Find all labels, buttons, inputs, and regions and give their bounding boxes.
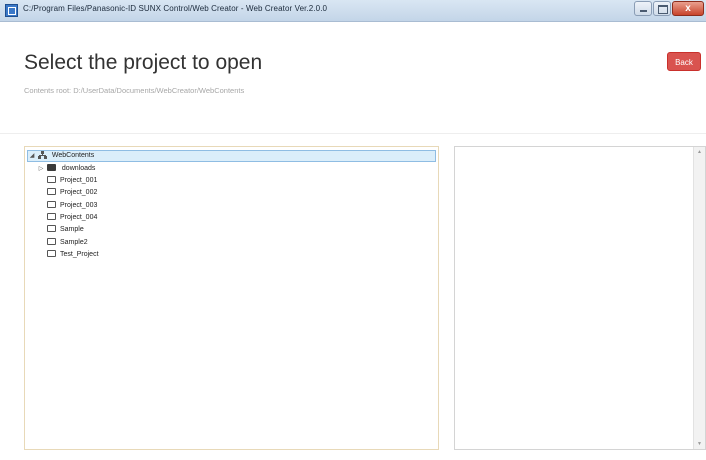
header-divider xyxy=(0,133,706,134)
folder-icon xyxy=(47,175,56,183)
folder-icon xyxy=(47,249,56,257)
tree-node-label: WebContents xyxy=(51,152,95,159)
tree-node-project[interactable]: Test_Project xyxy=(47,249,99,260)
project-tree[interactable]: ◢ WebContents ▷ downloads Project_001 Pr… xyxy=(24,146,439,450)
window-titlebar: C:/Program Files/Panasonic-ID SUNX Contr… xyxy=(0,0,706,22)
tree-node-label: Project_001 xyxy=(60,177,98,184)
folder-icon xyxy=(47,212,56,220)
close-icon: x xyxy=(685,3,691,14)
tree-node-label: downloads xyxy=(61,165,96,172)
tree-node-webcontents[interactable]: ◢ WebContents xyxy=(27,150,436,162)
tree-node-project[interactable]: Sample xyxy=(47,224,84,235)
expand-arrow-icon[interactable]: ▷ xyxy=(37,164,45,175)
folder-icon xyxy=(47,237,56,245)
maximize-button[interactable] xyxy=(653,1,671,16)
folder-icon xyxy=(47,224,56,232)
tree-node-project[interactable]: Sample2 xyxy=(47,237,88,248)
tree-node-project[interactable]: Project_002 xyxy=(47,187,97,198)
window-title: C:/Program Files/Panasonic-ID SUNX Contr… xyxy=(23,4,328,13)
folder-icon xyxy=(47,187,56,195)
app-icon xyxy=(5,4,18,17)
tree-node-label: Project_003 xyxy=(60,202,98,209)
tree-node-project[interactable]: Project_003 xyxy=(47,200,97,211)
page-title: Select the project to open xyxy=(24,51,263,74)
tree-node-project[interactable]: Project_001 xyxy=(47,175,97,186)
folder-filled-icon xyxy=(46,163,56,171)
back-button[interactable]: Back xyxy=(667,52,701,71)
tree-node-label: Project_004 xyxy=(60,214,98,221)
preview-panel: ▲ ▼ xyxy=(454,146,706,450)
preview-scrollbar[interactable]: ▲ ▼ xyxy=(693,147,705,449)
tree-node-downloads[interactable]: ▷ downloads xyxy=(37,163,95,174)
minimize-button[interactable] xyxy=(634,1,652,16)
tree-node-label: Sample2 xyxy=(60,239,88,246)
tree-node-label: Sample xyxy=(60,226,84,233)
window-controls: x xyxy=(633,1,704,17)
tree-node-project[interactable]: Project_004 xyxy=(47,212,97,223)
collapse-arrow-icon[interactable]: ◢ xyxy=(28,151,36,161)
minimize-icon xyxy=(640,10,647,12)
maximize-icon xyxy=(658,5,668,14)
tree-node-label: Test_Project xyxy=(60,251,99,258)
folder-icon xyxy=(47,200,56,208)
network-icon xyxy=(37,151,47,160)
scroll-up-icon[interactable]: ▲ xyxy=(694,149,705,155)
scroll-down-icon[interactable]: ▼ xyxy=(694,441,705,447)
tree-node-label: Project_002 xyxy=(60,189,98,196)
contents-root-path: Contents root: D:/UserData/Documents/Web… xyxy=(24,86,245,95)
close-button[interactable]: x xyxy=(672,1,704,16)
